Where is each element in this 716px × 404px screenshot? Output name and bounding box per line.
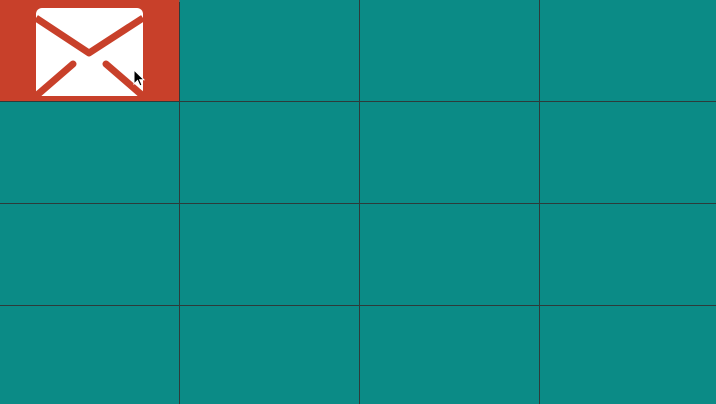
tile-r2-c1[interactable] xyxy=(0,102,179,203)
tile-r1-c3[interactable] xyxy=(360,0,539,101)
tile-r2-c3[interactable] xyxy=(360,102,539,203)
tile-r4-c2[interactable] xyxy=(180,306,359,404)
mail-icon xyxy=(36,8,143,96)
tile-r4-c1[interactable] xyxy=(0,306,179,404)
tile-r1-c4[interactable] xyxy=(540,0,716,101)
tile-r3-c4[interactable] xyxy=(540,204,716,305)
tile-r3-c3[interactable] xyxy=(360,204,539,305)
tile-r3-c1[interactable] xyxy=(0,204,179,305)
tile-r2-c2[interactable] xyxy=(180,102,359,203)
tile-r3-c2[interactable] xyxy=(180,204,359,305)
tile-r1-c2[interactable] xyxy=(180,0,359,101)
mail-tile[interactable] xyxy=(0,0,179,101)
tile-grid xyxy=(0,0,716,404)
tile-r2-c4[interactable] xyxy=(540,102,716,203)
tile-r4-c4[interactable] xyxy=(540,306,716,404)
tile-r4-c3[interactable] xyxy=(360,306,539,404)
